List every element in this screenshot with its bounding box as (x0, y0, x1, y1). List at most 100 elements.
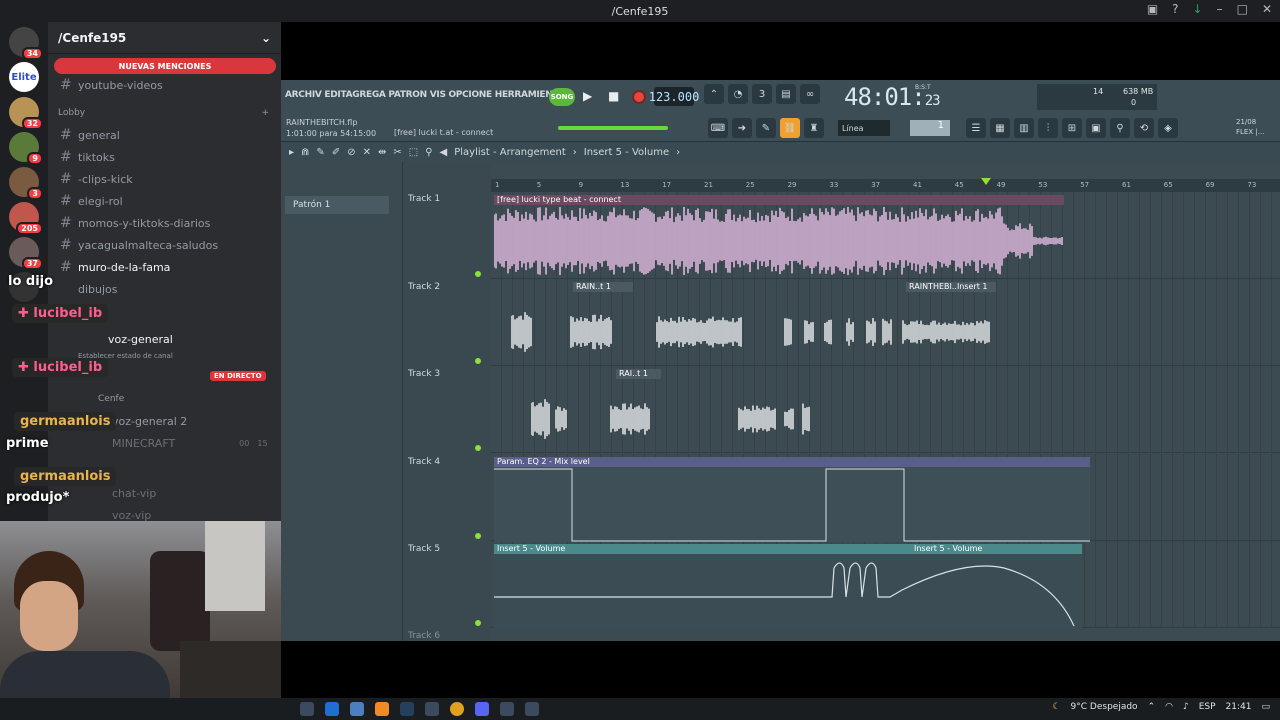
mute-tool-icon[interactable]: ✕ (363, 147, 371, 158)
server-icon[interactable]: 34 (9, 27, 43, 60)
app-icon[interactable] (425, 702, 439, 716)
automation-curve[interactable] (494, 554, 1082, 629)
track-led[interactable] (475, 358, 481, 364)
server-icon[interactable]: 205 (9, 202, 43, 235)
audio-waveform[interactable] (531, 384, 831, 454)
category-lobby[interactable]: Lobby + (48, 102, 281, 124)
audio-clip-header[interactable]: RAIN..t 1 (573, 282, 633, 292)
stop-icon[interactable]: ■ (608, 89, 619, 103)
new-mentions-banner[interactable]: NUEVAS MENCIONES (54, 58, 276, 74)
track-name[interactable]: Track 5 (408, 544, 440, 554)
chrome-icon[interactable] (450, 702, 464, 716)
wait-icon[interactable]: ◔ (728, 84, 748, 104)
playback-tool-icon[interactable]: ◀ (440, 147, 448, 158)
audio-waveform[interactable] (494, 205, 1064, 277)
channel-dibujos[interactable]: dibujos (48, 278, 281, 300)
browser-icon[interactable]: ⊞ (1062, 118, 1082, 138)
link-icon[interactable]: ⛓ (780, 118, 800, 138)
voice-channel-general[interactable]: voz-general (48, 328, 281, 350)
close-button[interactable]: ✕ (1262, 2, 1272, 16)
channel-rack-icon[interactable]: ▥ (1014, 118, 1034, 138)
zoom-tool-icon[interactable]: ⚲ (425, 147, 432, 158)
track-name[interactable]: Track 2 (408, 282, 440, 292)
weather-text[interactable]: 9°C Despejado (1071, 702, 1138, 712)
timeline-ruler[interactable]: 1 5 9 13 17 21 25 29 33 37 41 45 49 53 57 61 65 69 73 (491, 179, 1280, 192)
start-icon[interactable] (300, 702, 314, 716)
snap-selector[interactable]: Línea (838, 120, 890, 136)
photos-icon[interactable] (350, 702, 364, 716)
minimize-button[interactable]: – (1217, 2, 1223, 16)
outlook-icon[interactable] (325, 702, 339, 716)
voice-user-cenfe[interactable]: Cenfe (48, 388, 281, 410)
automation-clip-header[interactable]: Param. EQ 2 - Mix level (494, 457, 1090, 467)
pencil-icon[interactable]: ✎ (756, 118, 776, 138)
discord-icon[interactable] (475, 702, 489, 716)
tray-chevron-icon[interactable]: ⌃ (1148, 702, 1156, 712)
audio-waveform[interactable] (511, 297, 1001, 367)
select-tool-icon[interactable]: ⬚ (409, 147, 418, 158)
fl-menu-bar[interactable]: ARCHIV EDITAGREGA PATRON VIS OPCIONE HER… (285, 90, 565, 100)
channel-tiktoks[interactable]: # tiktoks (48, 146, 281, 168)
settings-icon[interactable] (525, 702, 539, 716)
pattern-selector[interactable]: 1 (910, 120, 950, 136)
stamp-icon[interactable]: ♜ (804, 118, 824, 138)
server-icon[interactable]: 3 (9, 167, 43, 200)
steam-icon[interactable] (400, 702, 414, 716)
pencil-tool-icon[interactable]: ✎ (316, 147, 324, 158)
download-icon[interactable]: ↓ (1193, 2, 1203, 16)
keyboard-icon[interactable]: ⌨ (708, 118, 728, 138)
arrow-right-icon[interactable]: ▸ (289, 147, 294, 158)
plugin-icon[interactable]: ▣ (1086, 118, 1106, 138)
audio-clip-header[interactable]: [free] lucki type beat - connect (494, 195, 1064, 205)
server-icon[interactable]: 32 (9, 97, 43, 130)
wifi-icon[interactable]: ◠ (1165, 702, 1173, 712)
plug-icon[interactable]: ⚲ (1110, 118, 1130, 138)
mixer-icon[interactable]: ⫶ (1038, 118, 1058, 138)
maximize-button[interactable]: □ (1237, 2, 1248, 16)
playlist-icon[interactable]: ☰ (966, 118, 986, 138)
track-name[interactable]: Track 3 (408, 369, 440, 379)
record-button[interactable] (632, 90, 646, 104)
track-led[interactable] (475, 445, 481, 451)
track-led[interactable] (475, 533, 481, 539)
arrow-icon[interactable]: ➜ (732, 118, 752, 138)
automation-curve[interactable] (494, 467, 1090, 542)
language-indicator[interactable]: ESP (1199, 702, 1216, 712)
notification-icon[interactable]: ▭ (1261, 702, 1270, 712)
master-volume-slider[interactable] (558, 126, 668, 130)
slip-tool-icon[interactable]: ⇹ (378, 147, 386, 158)
channel-saludos[interactable]: # yacagualmalteca-saludos (48, 234, 281, 256)
tempo-display[interactable]: 123.000 (649, 87, 699, 106)
playlist-grid[interactable]: 1 5 9 13 17 21 25 29 33 37 41 45 49 53 57 61 65 69 73 [fre… (491, 162, 1280, 641)
song-mode-toggle[interactable]: SONG (549, 88, 575, 106)
channel-muro-de-la-fama[interactable]: # muro-de-la-fama (48, 256, 281, 278)
server-icon[interactable]: 37 (9, 237, 43, 270)
volume-icon[interactable]: ♪ (1183, 702, 1189, 712)
channel-momos[interactable]: # momos-y-tiktoks-diarios (48, 212, 281, 234)
track-led[interactable] (475, 620, 481, 626)
track-name[interactable]: Track 1 (408, 194, 440, 204)
slice-tool-icon[interactable]: ✂ (393, 147, 401, 158)
channel-clips-kick[interactable]: # -clips-kick (48, 168, 281, 190)
channel-general[interactable]: # general (48, 124, 281, 146)
cart-icon[interactable]: ◈ (1158, 118, 1178, 138)
clock[interactable]: 21:41 (1226, 702, 1252, 712)
server-icon[interactable]: 9 (9, 132, 43, 165)
magnet-icon[interactable]: ⋒ (301, 147, 309, 158)
track-name[interactable]: Track 6 (408, 631, 440, 641)
tempo-tap-icon[interactable]: ⟲ (1134, 118, 1154, 138)
piano-roll-icon[interactable]: ▦ (990, 118, 1010, 138)
track-led[interactable] (475, 271, 481, 277)
channel-elegi-rol[interactable]: # elegi-rol (48, 190, 281, 212)
pattern-item[interactable]: Patrón 1 (285, 196, 389, 214)
play-icon[interactable]: ▶ (583, 89, 592, 103)
fl-studio-icon[interactable] (375, 702, 389, 716)
plus-icon[interactable]: + (261, 108, 269, 118)
audio-clip-header[interactable]: RAI..t 1 (616, 369, 661, 379)
track-name[interactable]: Track 4 (408, 457, 440, 467)
loop-record-icon[interactable]: ∞ (800, 84, 820, 104)
server-header[interactable]: /Cenfe195 ⌄ (48, 22, 281, 54)
automation-clip-header[interactable]: Insert 5 - Volume Insert 5 - Volume (494, 544, 1082, 554)
inbox-icon[interactable]: ▣ (1147, 2, 1158, 16)
app-icon[interactable] (500, 702, 514, 716)
